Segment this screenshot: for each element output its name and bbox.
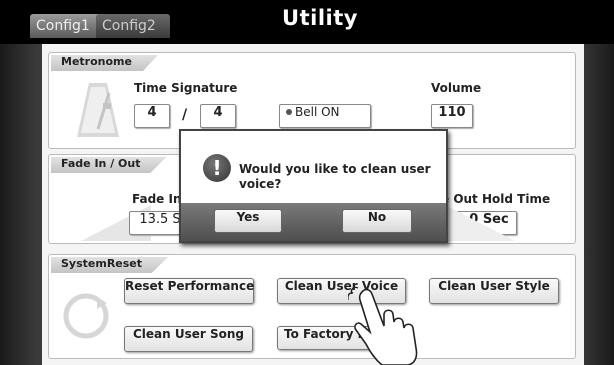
confirm-dialog: ! Would you like to clean user voice? Ye… [179, 129, 448, 243]
clean-user-style-button[interactable]: Clean User Style [429, 278, 559, 304]
tab-config1[interactable]: Config1 [30, 14, 102, 38]
clean-user-song-button[interactable]: Clean User Song [124, 326, 253, 352]
circular-arrow-icon [63, 293, 109, 339]
bell-label: Bell ON [295, 105, 340, 119]
volume-label: Volume [431, 81, 482, 95]
system-reset-header: SystemReset [51, 257, 169, 273]
reset-performance-button[interactable]: Reset Performance [124, 278, 254, 304]
time-signature-separator: / [182, 107, 188, 123]
exclamation-icon: ! [203, 154, 231, 182]
fade-header: Fade In / Out [51, 157, 167, 173]
fade-out-ramp-icon [445, 205, 515, 241]
metronome-icon [77, 83, 119, 137]
time-signature-numerator[interactable]: 4 [134, 104, 170, 128]
hand-pointer-icon [348, 286, 418, 365]
time-signature-label: Time Signature [134, 81, 238, 95]
time-signature-denominator[interactable]: 4 [200, 104, 236, 128]
bell-toggle[interactable]: Bell ON [279, 104, 371, 128]
dialog-yes-button[interactable]: Yes [214, 209, 282, 233]
fade-out-label: e Out Hold Time [441, 192, 551, 206]
dialog-no-button[interactable]: No [342, 209, 412, 233]
metronome-header: Metronome [51, 55, 158, 71]
page-title: Utility [282, 6, 358, 30]
top-bar: Config1 Config2 Utility [0, 0, 614, 44]
dialog-message: Would you like to clean user voice? [239, 162, 431, 191]
volume-value[interactable]: 110 [431, 104, 473, 128]
system-reset-group: SystemReset Reset Performance Clean User… [48, 254, 576, 359]
utility-screen: Config1 Config2 Utility Metronome Time S… [0, 0, 614, 365]
bell-indicator-icon [286, 109, 292, 115]
tab-config2[interactable]: Config2 [96, 14, 170, 38]
